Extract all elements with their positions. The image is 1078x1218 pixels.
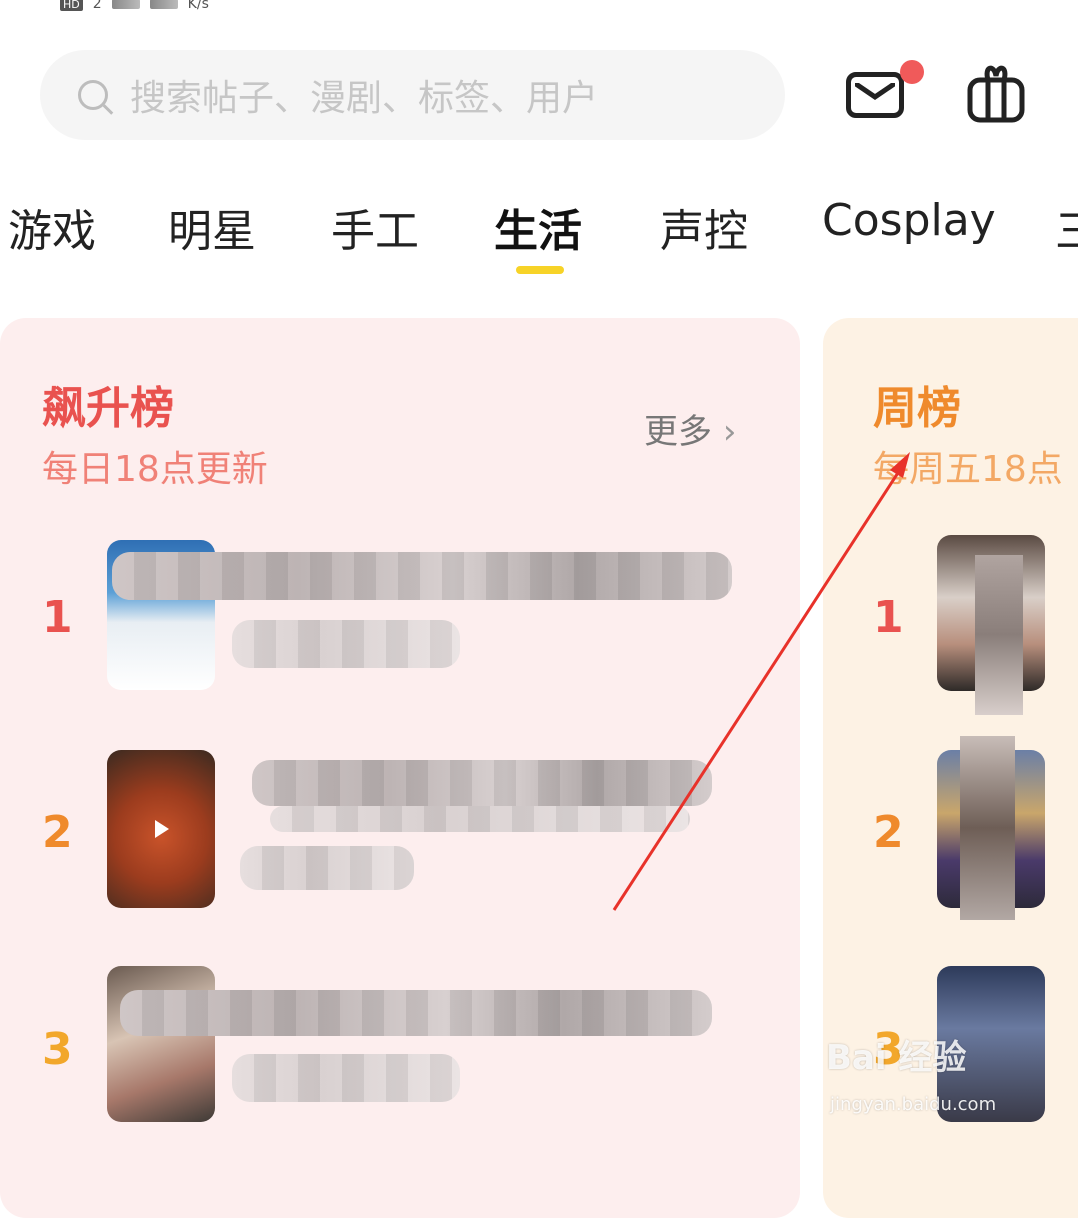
tab-stars[interactable]: 明星	[168, 195, 256, 259]
tab-cosplay[interactable]: Cosplay	[822, 195, 996, 246]
sim-slot: 2	[92, 0, 102, 12]
hd-badge: HD	[60, 0, 83, 11]
watermark-logo: Bai 经验	[826, 1038, 967, 1078]
search-bar[interactable]: 搜索帖子、漫剧、标签、用户	[40, 50, 785, 140]
weekly-list-title: 周榜	[873, 383, 961, 434]
rank-number: 1	[42, 592, 73, 643]
mail-icon[interactable]	[846, 72, 904, 118]
post-thumbnail[interactable]	[107, 750, 215, 908]
category-tabs: 游戏 明星 手工 生活 声控 Cosplay 三	[0, 195, 1078, 265]
post-author-blurred	[232, 620, 460, 668]
gift-icon[interactable]	[966, 62, 1026, 124]
post-title-blurred[interactable]	[120, 990, 712, 1036]
tab-more[interactable]: 三	[1055, 195, 1078, 259]
signal-icon-2	[149, 0, 178, 9]
mosaic-overlay	[960, 736, 1015, 920]
mosaic-overlay	[975, 555, 1023, 715]
signal-icon	[111, 0, 140, 9]
search-placeholder: 搜索帖子、漫剧、标签、用户	[130, 78, 599, 119]
annotation-arrow	[612, 452, 910, 911]
tab-games[interactable]: 游戏	[8, 195, 96, 259]
watermark-url: jingyan.baidu.com	[830, 1094, 997, 1115]
status-bar: HD 2 K/s	[60, 0, 209, 14]
tab-life[interactable]: 生活	[494, 195, 582, 259]
rising-list-subtitle: 每日18点更新	[42, 449, 268, 490]
tab-handcraft[interactable]: 手工	[331, 195, 419, 259]
rank-number: 3	[42, 1024, 73, 1075]
rising-list-title: 飙升榜	[42, 383, 174, 434]
tab-asmr[interactable]: 声控	[660, 195, 748, 259]
network-speed: K/s	[187, 0, 209, 12]
rank-number: 2	[42, 807, 73, 858]
post-author-blurred	[240, 846, 414, 890]
notification-dot	[900, 60, 924, 84]
search-icon	[78, 80, 108, 110]
post-author-blurred	[232, 1054, 460, 1102]
active-tab-indicator	[516, 266, 564, 274]
